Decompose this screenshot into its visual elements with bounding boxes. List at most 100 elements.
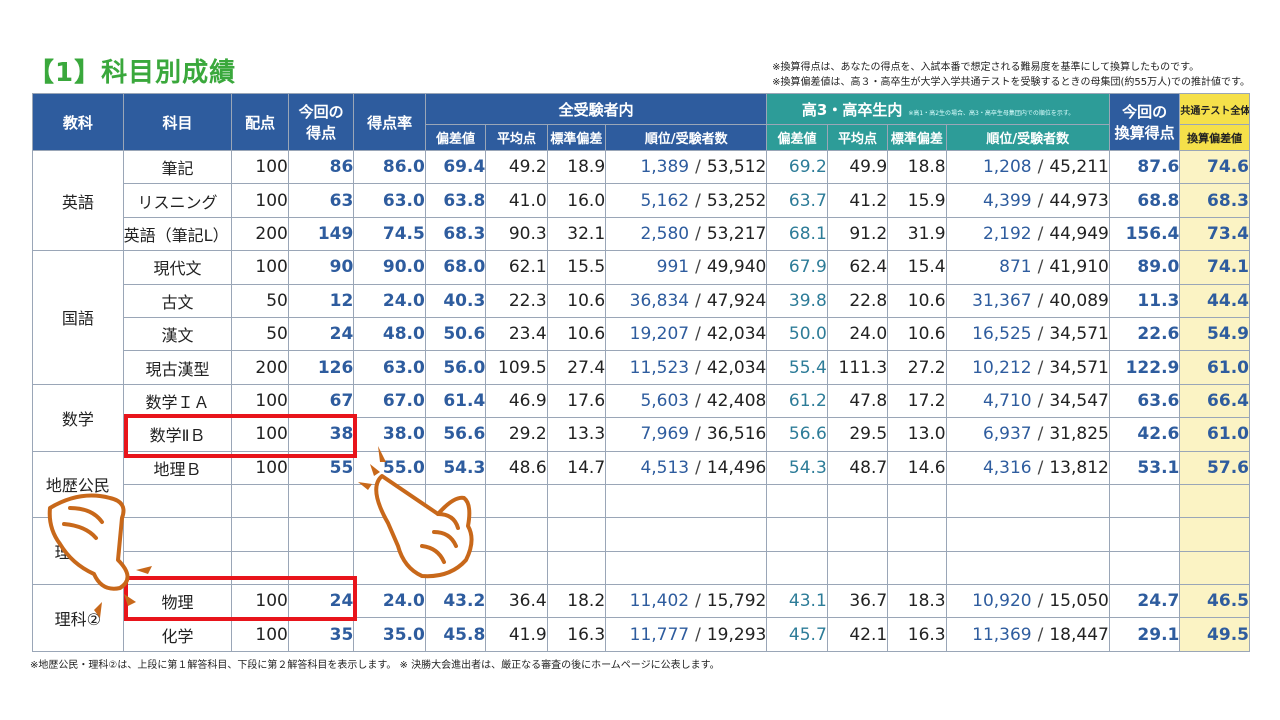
empty-cell [546,550,607,586]
sd-cell: 32.1 [546,216,607,252]
hs-avg-cell: 24.0 [826,316,889,352]
empty-cell [826,550,889,586]
hs-sd-cell: 17.2 [887,383,947,419]
hs-avg-cell: 91.2 [826,216,889,252]
avg-cell: 49.2 [485,149,548,185]
rank-value: 991 [656,257,690,278]
conv-dev-cell: 44.4 [1179,283,1250,318]
empty-cell [766,483,828,519]
rank-cell: 7,969/36,516 [605,417,768,452]
rank-value: 5,603 [640,390,690,411]
avg-cell: 41.9 [485,617,548,652]
subject-name: 数学ＩＡ [122,383,233,419]
rank-separator: / [1037,223,1044,244]
header-heikin: 平均点 [485,124,548,151]
hs-rank-cell: 1,208/45,211 [945,149,1110,185]
conv-cell: 122.9 [1108,350,1181,385]
haiten-cell: 100 [231,149,289,185]
avg-cell: 22.3 [485,283,548,318]
header-hs-heikin: 平均点 [826,124,889,151]
empty-cell [766,517,828,552]
pointing-hand-icon-2 [47,493,152,618]
hs-dev-cell: 45.7 [766,617,828,652]
rank-value: 10,212 [972,357,1032,378]
conv-cell: 156.4 [1108,216,1181,252]
section-title: 【1】科目別成績 [28,58,237,88]
total-examinees: 15,050 [1049,591,1109,612]
rank-separator: / [695,624,701,645]
haiten-cell: 100 [231,383,289,419]
rank-value: 11,369 [972,624,1032,645]
hs-dev-cell: 50.0 [766,316,828,352]
conv-dev-cell: 68.3 [1179,183,1250,218]
subject-group-label: 数学 [32,383,124,452]
hs-rank-cell: 11,369/18,447 [945,617,1110,652]
empty-cell [1179,483,1250,519]
rank-value: 1,389 [640,157,690,178]
header-hyoujun: 標準偏差 [546,124,607,151]
empty-cell [605,517,768,552]
empty-cell [605,550,768,586]
dev-cell: 61.4 [424,383,487,419]
hs-rank-cell: 4,710/34,547 [945,383,1110,419]
conv-dev-cell: 74.6 [1179,149,1250,185]
hs-sd-cell: 18.3 [887,584,947,619]
rank-separator: / [695,257,701,278]
rank-separator: / [1037,324,1044,345]
header-hensachi: 偏差値 [424,124,487,151]
avg-cell: 62.1 [485,250,548,285]
avg-cell: 109.5 [485,350,548,385]
conv-dev-cell: 49.5 [1179,617,1250,652]
rank-value: 19,207 [629,324,690,345]
hs-rank-cell: 31,367/40,089 [945,283,1110,318]
hs-sd-cell: 10.6 [887,283,947,318]
hs-avg-cell: 22.8 [826,283,889,318]
rank-value: 31,367 [972,290,1032,311]
avg-cell: 36.4 [485,584,548,619]
dev-cell: 69.4 [424,149,487,185]
rank-value: 4,513 [640,457,690,478]
header-juni: 順位/受験者数 [605,124,768,151]
rank-separator: / [1037,290,1044,311]
score-cell: 149 [287,216,355,252]
sd-cell: 16.0 [546,183,607,218]
sd-cell: 15.5 [546,250,607,285]
header-hs-juni: 順位/受験者数 [945,124,1110,151]
hs-rank-cell: 2,192/44,949 [945,216,1110,252]
rank-cell: 36,834/47,924 [605,283,768,318]
sd-cell: 14.7 [546,450,607,485]
rate-cell: 74.5 [353,216,426,252]
hs-sd-cell: 18.8 [887,149,947,185]
conv-cell: 42.6 [1108,417,1181,452]
conv-dev-cell: 61.0 [1179,417,1250,452]
hs-avg-cell: 49.9 [826,149,889,185]
hs-avg-cell: 62.4 [826,250,889,285]
hs-sd-cell: 15.4 [887,250,947,285]
hs-dev-cell: 56.6 [766,417,828,452]
hs-rank-cell: 16,525/34,571 [945,316,1110,352]
hs-avg-cell: 41.2 [826,183,889,218]
notes: ※換算得点は、あなたの得点を、入試本番で想定される難易度を基準にして換算したもの… [772,60,1250,90]
rank-value: 2,580 [640,223,690,244]
score-cell: 90 [287,250,355,285]
hs-avg-cell: 29.5 [826,417,889,452]
empty-cell [1179,550,1250,586]
total-examinees: 18,447 [1049,624,1109,645]
rank-separator: / [695,223,701,244]
empty-cell [945,483,1110,519]
rank-value: 16,525 [972,324,1032,345]
rank-value: 10,920 [972,591,1032,612]
dev-cell: 50.6 [424,316,487,352]
total-examinees: 15,792 [706,591,767,612]
rank-cell: 5,603/42,408 [605,383,768,419]
rank-separator: / [695,157,701,178]
rank-separator: / [695,290,701,311]
header-all-examinees: 全受験者内 [424,93,768,125]
conv-dev-cell: 46.5 [1179,584,1250,619]
rank-value: 6,937 [982,424,1032,445]
score-cell: 24 [287,316,355,352]
rank-separator: / [695,390,701,411]
rate-cell: 24.0 [353,283,426,318]
empty-cell [1108,517,1181,552]
score-cell: 86 [287,149,355,185]
